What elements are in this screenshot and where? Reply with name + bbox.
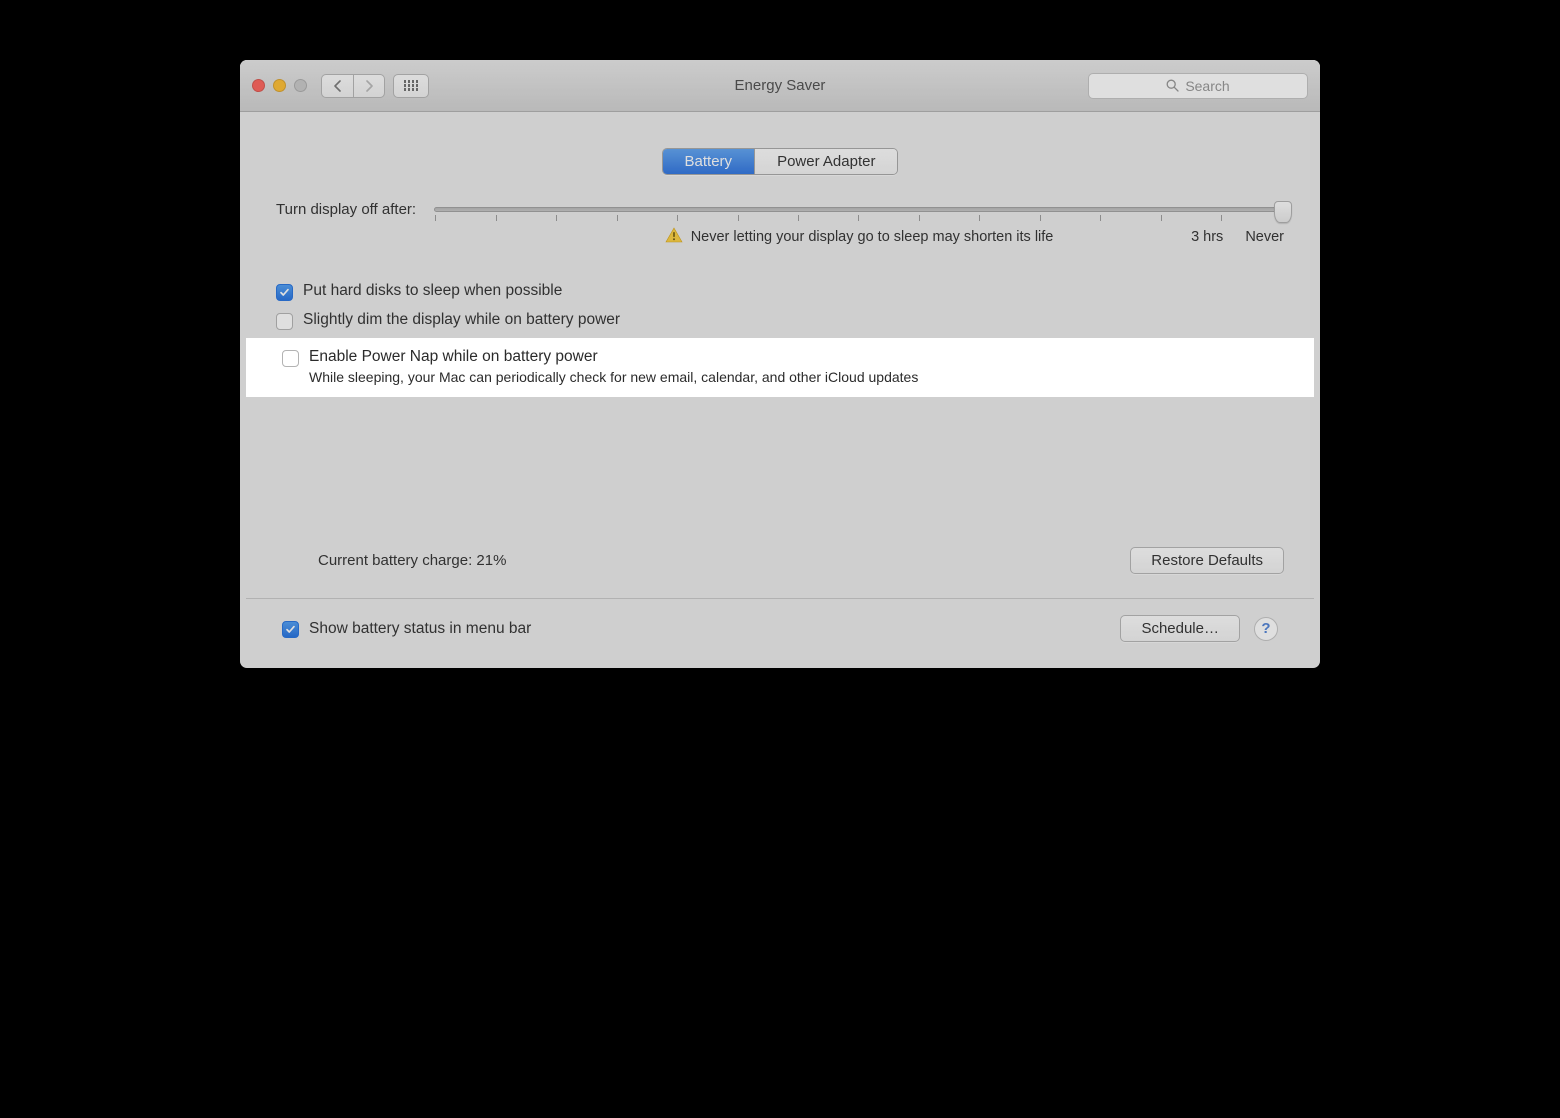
display-sleep-row: Turn display off after: Never letting yo… bbox=[276, 201, 1284, 247]
option-power-nap-label: Enable Power Nap while on battery power bbox=[309, 348, 918, 366]
option-power-nap-content: Enable Power Nap while on battery power … bbox=[309, 348, 918, 385]
forward-button[interactable] bbox=[353, 74, 385, 98]
restore-row: Current battery charge: 21% Restore Defa… bbox=[276, 547, 1284, 574]
option-power-nap[interactable]: Enable Power Nap while on battery power … bbox=[246, 338, 1314, 397]
chevron-right-icon bbox=[365, 80, 374, 92]
tab-bar: Battery Power Adapter bbox=[270, 148, 1290, 175]
search-input[interactable]: Search bbox=[1088, 73, 1308, 99]
tab-power-adapter[interactable]: Power Adapter bbox=[754, 149, 897, 174]
slider-thumb[interactable] bbox=[1274, 201, 1292, 223]
minimize-icon[interactable] bbox=[273, 79, 286, 92]
option-hard-disks[interactable]: Put hard disks to sleep when possible bbox=[276, 277, 1284, 306]
options-list: Put hard disks to sleep when possible Sl… bbox=[276, 277, 1284, 397]
checkbox-dim-display[interactable] bbox=[276, 313, 293, 330]
checkbox-hard-disks[interactable] bbox=[276, 284, 293, 301]
search-placeholder: Search bbox=[1185, 78, 1229, 94]
option-power-nap-subtext: While sleeping, your Mac can periodicall… bbox=[309, 369, 918, 385]
display-sleep-label: Turn display off after: bbox=[276, 201, 416, 218]
display-sleep-slider-area: Never letting your display go to sleep m… bbox=[434, 201, 1284, 247]
slider-caption-row: Never letting your display go to sleep m… bbox=[434, 227, 1284, 247]
menubar-status-label: Show battery status in menu bar bbox=[309, 620, 531, 638]
option-dim-display-label: Slightly dim the display while on batter… bbox=[303, 311, 620, 329]
schedule-button[interactable]: Schedule… bbox=[1120, 615, 1240, 642]
warning-icon bbox=[665, 227, 683, 247]
slider-warning-text: Never letting your display go to sleep m… bbox=[691, 229, 1054, 245]
search-icon bbox=[1166, 79, 1179, 92]
close-icon[interactable] bbox=[252, 79, 265, 92]
checkbox-power-nap[interactable] bbox=[282, 350, 299, 367]
option-hard-disks-label: Put hard disks to sleep when possible bbox=[303, 282, 562, 300]
bottom-area: Current battery charge: 21% Restore Defa… bbox=[270, 547, 1290, 650]
slider-ticks bbox=[434, 215, 1284, 221]
slider-label-never: Never bbox=[1245, 229, 1284, 245]
zoom-icon bbox=[294, 79, 307, 92]
back-button[interactable] bbox=[321, 74, 353, 98]
segmented-control: Battery Power Adapter bbox=[662, 148, 899, 175]
battery-charge-status: Current battery charge: 21% bbox=[318, 552, 506, 569]
titlebar: Energy Saver Search bbox=[240, 60, 1320, 112]
footer-row: Show battery status in menu bar Schedule… bbox=[276, 615, 1284, 650]
footer-right: Schedule… ? bbox=[1120, 615, 1278, 642]
question-mark-icon: ? bbox=[1261, 620, 1270, 637]
chevron-left-icon bbox=[333, 80, 342, 92]
checkbox-menubar-status[interactable] bbox=[282, 621, 299, 638]
option-dim-display[interactable]: Slightly dim the display while on batter… bbox=[276, 306, 1284, 335]
slider-label-3hrs: 3 hrs bbox=[1191, 229, 1223, 245]
content-area: Battery Power Adapter Turn display off a… bbox=[240, 112, 1320, 668]
display-sleep-slider[interactable] bbox=[434, 207, 1284, 212]
help-button[interactable]: ? bbox=[1254, 617, 1278, 641]
grid-icon bbox=[404, 80, 419, 91]
footer-left[interactable]: Show battery status in menu bar bbox=[282, 619, 531, 638]
nav-buttons bbox=[321, 74, 385, 98]
window-controls bbox=[252, 79, 307, 92]
divider bbox=[246, 598, 1314, 599]
show-all-button[interactable] bbox=[393, 74, 429, 98]
restore-defaults-button[interactable]: Restore Defaults bbox=[1130, 547, 1284, 574]
tab-battery[interactable]: Battery bbox=[663, 149, 755, 174]
preferences-window: Energy Saver Search Battery Power Adapte… bbox=[240, 60, 1320, 668]
